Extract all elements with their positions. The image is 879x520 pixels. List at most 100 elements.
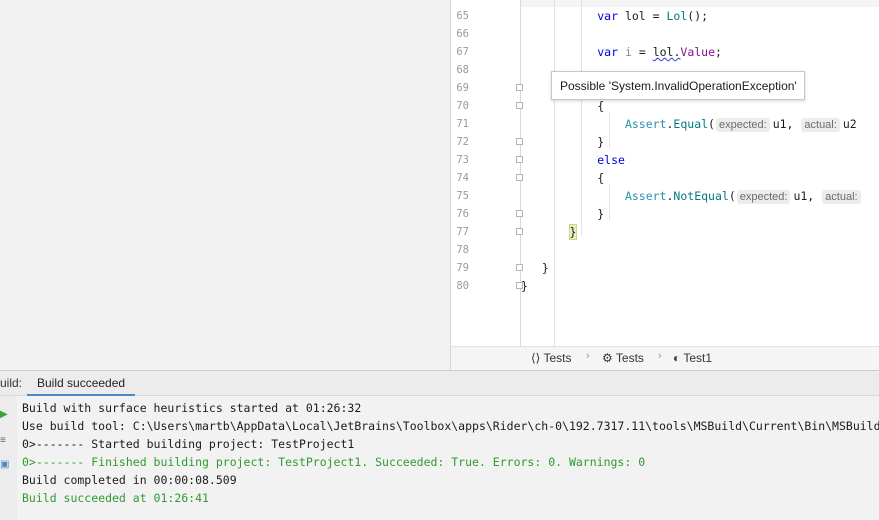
code-text: } [528,259,549,277]
breadcrumb-label: Tests [543,351,572,365]
breadcrumb-item-method[interactable]: ◐ Test1 [673,351,712,365]
code-token: u1, [793,189,822,203]
code-token: u2 [842,117,857,131]
code-token: lol [652,45,674,59]
fold-marker-icon[interactable] [516,264,523,271]
chevron-right-icon: › [658,350,662,362]
build-output: Build with surface heuristics started at… [17,396,879,520]
line-number: 75 [456,190,469,202]
run-icon[interactable]: ▶ [0,410,8,420]
code-token: var [597,45,619,59]
code-text: } [528,205,604,223]
breadcrumb-item-namespace[interactable]: ⟨⟩ Tests [531,351,572,365]
fold-marker-icon[interactable] [516,156,523,163]
code-line[interactable]: 79 } [451,259,879,277]
code-text: var i = lol.Value; [528,43,722,61]
code-token: = [631,45,653,59]
code-token: { [597,99,605,113]
code-token: } [568,224,578,240]
fold-marker-icon[interactable] [516,210,523,217]
code-line[interactable]: 73 else [451,151,879,169]
build-output-line: Build with surface heuristics started at… [22,401,362,415]
tooltip-text: Possible 'System.InvalidOperationExcepti… [560,79,797,93]
code-editor[interactable]: 65 var lol = Lol(); 66 67 var i = lol.Valu… [450,0,879,346]
build-toolbar: ▶ ≡ ▣ [0,396,18,520]
code-token: } [521,279,528,293]
code-line[interactable]: 80} [451,277,879,295]
code-token: Assert [624,189,667,203]
code-text: { [528,169,604,187]
code-line[interactable]: 65 var lol = Lol(); [451,7,879,25]
fold-marker-icon[interactable] [516,84,523,91]
parameter-hint: expected: [736,190,791,204]
build-output-line: Build completed in 00:00:08.509 [22,473,237,487]
breadcrumb-label: Test1 [683,351,713,365]
build-label: uild: [0,376,23,390]
parameter-hint: actual: [822,190,861,204]
line-number: 66 [456,28,469,40]
code-token: (); [687,9,709,23]
chevron-right-icon: › [586,350,590,362]
breadcrumb-item-class[interactable]: ⚙ Tests [602,351,644,365]
build-output-line: 0>------- Started building project: Test… [22,437,355,451]
code-line[interactable]: 66 [451,25,879,43]
filter-icon[interactable]: ≡ [0,436,6,446]
line-number: 74 [456,172,469,184]
line-number: 78 [456,244,469,256]
parameter-hint: actual: [801,118,840,132]
code-line[interactable]: 74 { [451,169,879,187]
line-number: 72 [456,136,469,148]
code-line[interactable]: 78 [451,241,879,259]
code-token: lol = [618,9,667,23]
code-token: else [597,153,625,167]
code-token: ( [728,189,736,203]
code-token: Equal [673,117,709,131]
line-number: 79 [456,262,469,274]
line-number: 76 [456,208,469,220]
code-line[interactable]: 67 var i = lol.Value; [451,43,879,61]
fold-marker-icon[interactable] [516,138,523,145]
class-icon: ⚙ [602,351,613,365]
code-line[interactable]: 71 Assert.Equal(expected: u1, actual: u2 [451,115,879,133]
code-token: } [597,207,605,221]
fold-marker-icon[interactable] [516,228,523,235]
fold-marker-icon[interactable] [516,102,523,109]
code-token: } [541,261,549,275]
line-number: 73 [456,154,469,166]
line-number: 71 [456,118,469,130]
fold-marker-icon[interactable] [516,174,523,181]
code-text: else [528,151,625,169]
code-text: var lol = Lol(); [528,7,708,25]
code-token: u1, [772,117,801,131]
code-token: ( [708,117,715,131]
line-number: 65 [456,10,469,22]
code-text: } [521,277,528,295]
tab-build-succeeded[interactable]: Build succeeded [27,371,136,396]
code-token: { [597,171,605,185]
code-line[interactable]: 72 } [451,133,879,151]
code-token: var [597,9,619,23]
build-output-line: 0>------- Finished building project: Tes… [22,455,646,469]
code-line[interactable]: 75 Assert.NotEqual(expected: u1, actual: [451,187,879,205]
code-text: } [528,133,604,151]
code-text: } [528,223,578,241]
layout-icon[interactable]: ▣ [0,460,9,470]
breadcrumb: ⟨⟩ Tests › ⚙ Tests › ◐ Test1 [450,346,879,370]
code-text: Assert.NotEqual(expected: u1, actual: [528,187,864,205]
code-token: Lol [666,9,688,23]
code-token: } [597,135,605,149]
namespace-icon: ⟨⟩ [531,351,541,365]
breadcrumb-label: Tests [615,351,644,365]
line-number: 80 [456,280,469,292]
method-icon: ◐ [673,351,681,365]
code-token: i [624,45,632,59]
code-line[interactable]: 76 } [451,205,879,223]
build-output-line: Use build tool: C:\Users\martb\AppData\L… [22,419,879,433]
code-token: Assert [624,117,667,131]
code-token: NotEqual [673,189,729,203]
code-text: Assert.Equal(expected: u1, actual: u2 [528,115,857,133]
build-tool-window-header: uild: Build succeeded [0,370,879,396]
code-line[interactable]: 77 } [451,223,879,241]
left-panel [0,0,450,370]
